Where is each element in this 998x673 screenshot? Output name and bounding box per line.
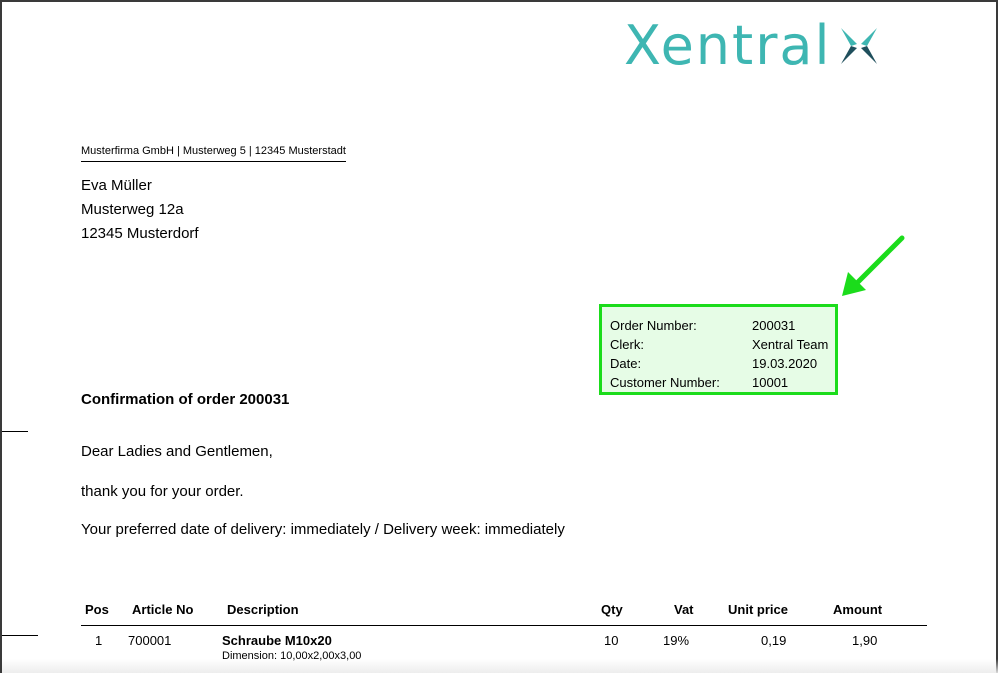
header-unit-price: Unit price: [728, 602, 788, 617]
cell-unit-price: 0,19: [761, 633, 787, 648]
company-logo: Xentral: [624, 16, 881, 76]
header-amount: Amount: [833, 602, 883, 617]
items-table-header: Pos Article No Description Qty Vat Unit …: [81, 602, 927, 626]
info-row-clerk: Clerk: Xentral Team: [610, 335, 835, 354]
header-qty: Qty: [601, 602, 623, 617]
xentral-x-logo-icon: [841, 28, 878, 64]
sender-address-line: Musterfirma GmbH | Musterweg 5 | 12345 M…: [81, 145, 346, 162]
recipient-address: Eva Müller Musterweg 12a 12345 Musterdor…: [81, 174, 199, 246]
logo-wordmark: Xentral: [624, 14, 832, 77]
info-label: Customer Number:: [610, 375, 720, 390]
thanks-text: thank you for your order.: [81, 483, 244, 500]
info-label: Clerk:: [610, 337, 644, 352]
cell-qty: 10: [604, 633, 619, 648]
page-bottom-fade: [2, 659, 998, 673]
document-page: Xentral Musterfirma GmbH | Musterweg 5 |…: [0, 0, 998, 673]
info-value: 19.03.2020: [752, 356, 818, 371]
header-pos: Pos: [85, 602, 109, 617]
cell-description: Schraube M10x20: [222, 633, 332, 648]
document-subject: Confirmation of order 200031: [81, 391, 290, 408]
order-info-box: Order Number: 200031 Clerk: Xentral Team…: [599, 304, 838, 395]
recipient-street: Musterweg 12a: [81, 201, 184, 218]
info-row-customer-number: Customer Number: 10001: [610, 373, 835, 392]
header-vat: Vat: [674, 602, 694, 617]
info-row-date: Date: 19.03.2020: [610, 354, 835, 373]
cell-pos: 1: [95, 633, 103, 648]
green-arrow-icon: [842, 235, 905, 296]
info-value: Xentral Team: [752, 337, 829, 352]
cell-article-no: 700001: [128, 633, 172, 648]
header-article-no: Article No: [132, 602, 194, 617]
greeting-text: Dear Ladies and Gentlemen,: [81, 443, 273, 460]
recipient-city: 12345 Musterdorf: [81, 225, 199, 242]
recipient-name: Eva Müller: [81, 177, 152, 194]
info-label: Date:: [610, 356, 642, 371]
cell-vat: 19%: [663, 633, 690, 648]
header-description: Description: [227, 602, 299, 617]
info-row-order-number: Order Number: 200031: [610, 316, 835, 335]
info-value: 10001: [752, 375, 789, 390]
delivery-text: Your preferred date of delivery: immedia…: [81, 521, 565, 538]
cell-amount: 1,90: [852, 633, 878, 648]
info-label: Order Number:: [610, 318, 697, 333]
info-value: 200031: [752, 318, 796, 333]
fold-mark: [2, 431, 28, 432]
fold-mark: [2, 635, 38, 636]
